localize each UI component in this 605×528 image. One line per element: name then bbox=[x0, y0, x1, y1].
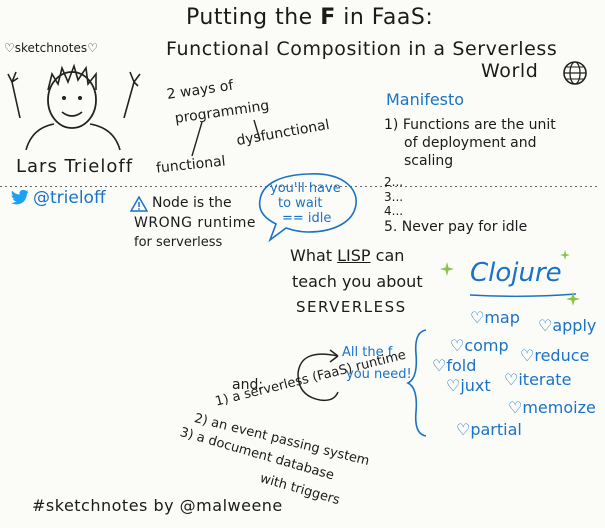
title-line-2: Functional Composition in a Serverless bbox=[166, 38, 558, 60]
brace-shape bbox=[406, 329, 427, 437]
fn-reduce: ♡reduce bbox=[520, 346, 590, 365]
fn-memoize: ♡memoize bbox=[508, 398, 596, 417]
fn-comp: ♡comp bbox=[450, 336, 509, 355]
warning-line-3: for serverless bbox=[134, 235, 223, 250]
ways-heading: 2 ways of bbox=[165, 77, 235, 103]
fn-juxt: ♡juxt bbox=[446, 376, 491, 395]
clojure-underline bbox=[469, 293, 577, 297]
fn-map: ♡map bbox=[470, 308, 520, 327]
manifesto-title: Manifesto bbox=[386, 90, 465, 109]
sparkle-icon bbox=[566, 292, 580, 306]
lisp-line-3: SERVERLESS bbox=[296, 298, 407, 316]
bubble-line-1: you'll have bbox=[270, 181, 341, 196]
manifesto-item-1: 1) Functions are the unit bbox=[384, 117, 556, 133]
manifesto-item-3: 3... bbox=[384, 190, 404, 204]
warning-line-2: WRONG runtime bbox=[134, 215, 256, 231]
speaker-portrait-icon bbox=[7, 63, 141, 150]
title-line-1: Putting the F in FaaS: bbox=[186, 5, 434, 30]
globe-icon bbox=[563, 61, 587, 85]
bubble-line-3: == idle bbox=[282, 211, 332, 226]
bubble-line-2: to wait bbox=[278, 196, 323, 211]
title-line-3: World bbox=[481, 60, 539, 82]
manifesto-item-5: 5. Never pay for idle bbox=[384, 219, 528, 235]
sparkle-icon bbox=[560, 250, 570, 260]
fn-fold: ♡fold bbox=[432, 356, 477, 375]
lisp-line-1: What LISP can bbox=[290, 246, 405, 265]
fn-partial: ♡partial bbox=[456, 420, 522, 439]
clojure-title: Clojure bbox=[470, 258, 562, 288]
lisp-line-2: teach you about bbox=[292, 272, 423, 291]
warning-icon bbox=[130, 196, 148, 212]
footer-credit: #sketchnotes by @malweene bbox=[32, 496, 283, 515]
manifesto-item-1-cont: of deployment and bbox=[404, 135, 537, 151]
fn-iterate: ♡iterate bbox=[504, 370, 572, 389]
twitter-handle: @trieloff bbox=[33, 188, 106, 208]
fn-apply: ♡apply bbox=[538, 316, 597, 335]
sparkle-icon bbox=[440, 262, 454, 276]
manifesto-item-4: 4... bbox=[384, 204, 404, 218]
speaker-name: Lars Trieloff bbox=[16, 156, 134, 177]
manifesto-item-1-cont2: scaling bbox=[404, 153, 454, 169]
twitter-bird-icon bbox=[10, 190, 29, 205]
warning-line-1: Node is the bbox=[152, 195, 232, 211]
manifesto-item-2: 2... bbox=[384, 175, 404, 189]
sketchnotes-tag: ♡sketchnotes♡ bbox=[4, 41, 98, 55]
functional-label: functional bbox=[155, 153, 227, 177]
